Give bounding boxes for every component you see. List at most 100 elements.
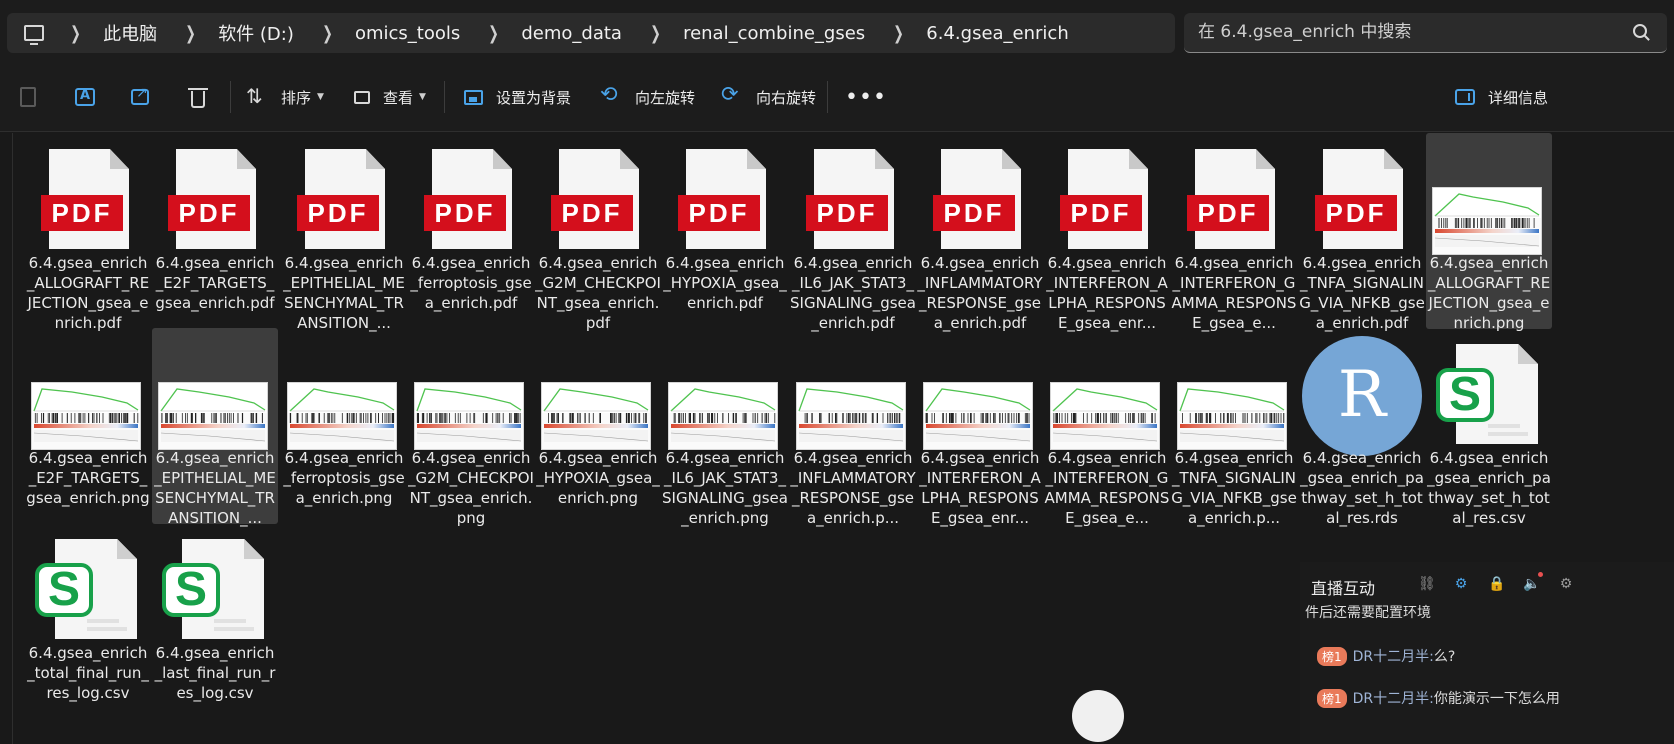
search-icon[interactable] bbox=[1633, 24, 1647, 38]
file-item[interactable]: 6.4.gsea_enrich_ALLOGRAFT_REJECTION_gsea… bbox=[1426, 133, 1552, 332]
file-item[interactable]: PDF 6.4.gsea_enrich_INTERFERON_GAMMA_RESP… bbox=[1171, 133, 1297, 332]
file-item[interactable]: PDF 6.4.gsea_enrich_INFLAMMATORY_RESPONSE… bbox=[917, 133, 1043, 332]
breadcrumb-item[interactable]: omics_tools bbox=[355, 23, 460, 44]
rotate-right-button[interactable]: 向右旋转 bbox=[721, 62, 816, 132]
file-item[interactable]: 6.4.gsea_enrich_E2F_TARGETS_gsea_enrich.… bbox=[25, 328, 151, 524]
gsea-plot-thumbnail bbox=[414, 382, 524, 450]
rank-badge: 榜1 bbox=[1317, 646, 1347, 666]
file-item[interactable]: 6.4.gsea_enrich_INTERFERON_ALPHA_RESPONS… bbox=[917, 328, 1043, 527]
view-label: 查看 bbox=[383, 88, 414, 107]
chevron-right-icon[interactable]: ❯ bbox=[893, 23, 904, 44]
breadcrumb-item[interactable]: demo_data bbox=[521, 23, 622, 44]
pdf-file-icon: PDF bbox=[281, 141, 407, 253]
chevron-down-icon: ▼ bbox=[419, 92, 426, 102]
gsea-plot-thumbnail bbox=[1050, 382, 1160, 450]
chevron-right-icon[interactable]: ❯ bbox=[322, 23, 333, 44]
filter-icon[interactable]: ⚙ bbox=[1453, 576, 1469, 592]
file-item[interactable]: S 6.4.gsea_enrich_last_final_run_res_log.… bbox=[152, 523, 278, 719]
share-icon bbox=[131, 85, 149, 105]
page-fold bbox=[493, 149, 512, 169]
floating-widget[interactable] bbox=[1072, 690, 1124, 742]
file-item[interactable]: PDF 6.4.gsea_enrich_ALLOGRAFT_REJECTION_g… bbox=[25, 133, 151, 332]
delete-button[interactable] bbox=[188, 62, 218, 132]
pdf-file-icon: PDF bbox=[535, 141, 661, 253]
sort-icon bbox=[246, 84, 268, 108]
rotate-left-button[interactable]: 向左旋转 bbox=[600, 62, 695, 132]
file-item[interactable]: PDF 6.4.gsea_enrich_EPITHELIAL_MESENCHYMA… bbox=[281, 133, 407, 332]
page-fold bbox=[747, 149, 766, 169]
gsea-plot-thumbnail bbox=[1432, 187, 1542, 255]
file-item[interactable]: PDF 6.4.gsea_enrich_ferroptosis_gsea_enri… bbox=[408, 133, 534, 329]
breadcrumb-item[interactable]: 此电脑 bbox=[103, 20, 157, 46]
file-item[interactable]: 6.4.gsea_enrich_INTERFERON_GAMMA_RESPONS… bbox=[1044, 328, 1170, 527]
search-input[interactable] bbox=[1198, 13, 1598, 51]
image-thumbnail bbox=[152, 336, 278, 450]
file-name: 6.4.gsea_enrich_E2F_TARGETS_gsea_enrich.… bbox=[26, 449, 150, 507]
set-background-button[interactable]: 设置为背景 bbox=[464, 62, 571, 132]
details-button[interactable]: 详细信息 bbox=[1455, 62, 1548, 132]
more-options-button[interactable]: ••• bbox=[845, 62, 887, 132]
file-item[interactable]: S 6.4.gsea_enrich_total_final_run_res_log… bbox=[25, 523, 151, 719]
address-bar[interactable]: ❯ 此电脑 ❯ 软件 (D:) ❯ omics_tools ❯ demo_dat… bbox=[7, 13, 1175, 53]
chevron-right-icon[interactable]: ❯ bbox=[489, 23, 500, 44]
breadcrumb-item[interactable]: 6.4.gsea_enrich bbox=[926, 23, 1068, 44]
chat-message-text: 件后还需要配置环境 bbox=[1305, 605, 1431, 621]
file-item[interactable]: 6.4.gsea_enrich_ferroptosis_gsea_enrich.… bbox=[281, 328, 407, 524]
chat-message-text: 么? bbox=[1433, 649, 1456, 665]
file-name: 6.4.gsea_enrich_last_final_run_res_log.c… bbox=[154, 644, 276, 702]
file-name: 6.4.gsea_enrich_INFLAMMATORY_RESPONSE_gs… bbox=[790, 449, 916, 527]
image-thumbnail bbox=[535, 336, 661, 450]
chevron-right-icon[interactable]: ❯ bbox=[185, 23, 196, 44]
share-button[interactable] bbox=[131, 62, 162, 132]
sort-label: 排序 bbox=[281, 88, 312, 107]
rename-button[interactable] bbox=[75, 62, 108, 132]
file-item[interactable]: PDF 6.4.gsea_enrich_G2M_CHECKPOINT_gsea_e… bbox=[535, 133, 661, 332]
file-item[interactable]: R 6.4.gsea_enrich_gsea_enrich_pathway_set… bbox=[1299, 328, 1425, 527]
file-item[interactable]: 6.4.gsea_enrich_TNFA_SIGNALING_VIA_NFKB_… bbox=[1171, 328, 1297, 527]
sort-button[interactable]: 排序 ▼ bbox=[246, 62, 324, 132]
rotate-right-label: 向右旋转 bbox=[756, 88, 817, 107]
file-item[interactable]: PDF 6.4.gsea_enrich_INTERFERON_ALPHA_RESP… bbox=[1044, 133, 1170, 332]
pdf-file-icon: PDF bbox=[1299, 141, 1425, 253]
paste-button[interactable] bbox=[20, 62, 49, 132]
pdf-label: PDF bbox=[1187, 195, 1269, 231]
lock-icon[interactable]: 🔒 bbox=[1488, 576, 1505, 592]
page-fold bbox=[110, 149, 129, 169]
file-item[interactable]: 6.4.gsea_enrich_INFLAMMATORY_RESPONSE_gs… bbox=[790, 328, 916, 527]
file-item[interactable]: S 6.4.gsea_enrich_gsea_enrich_pathway_set… bbox=[1426, 328, 1552, 527]
link-icon[interactable]: ⛓ bbox=[1418, 576, 1436, 592]
file-item[interactable]: 6.4.gsea_enrich_HYPOXIA_gsea_enrich.png bbox=[535, 328, 661, 524]
page-line bbox=[214, 619, 246, 623]
chevron-right-icon[interactable]: ❯ bbox=[70, 23, 81, 44]
page-fold bbox=[620, 149, 639, 169]
chat-username[interactable]: DR十二月半: bbox=[1353, 688, 1434, 708]
file-item[interactable]: PDF 6.4.gsea_enrich_HYPOXIA_gsea_enrich.p… bbox=[662, 133, 788, 329]
pdf-file-icon: PDF bbox=[790, 141, 916, 253]
chevron-right-icon[interactable]: ❯ bbox=[650, 23, 661, 44]
page-fold bbox=[366, 149, 385, 169]
file-item[interactable]: PDF 6.4.gsea_enrich_TNFA_SIGNALING_VIA_NF… bbox=[1299, 133, 1425, 332]
spreadsheet-file-icon: S bbox=[152, 531, 278, 643]
breadcrumb-item[interactable]: renal_combine_gses bbox=[683, 23, 865, 44]
file-name: 6.4.gsea_enrich_TNFA_SIGNALING_VIA_NFKB_… bbox=[1171, 449, 1297, 527]
file-item[interactable]: 6.4.gsea_enrich_EPITHELIAL_MESENCHYMAL_T… bbox=[152, 328, 278, 527]
settings-icon[interactable]: ⚙ bbox=[1558, 576, 1574, 592]
file-item[interactable]: PDF 6.4.gsea_enrich_IL6_JAK_STAT3_SIGNALI… bbox=[790, 133, 916, 332]
file-item[interactable]: 6.4.gsea_enrich_IL6_JAK_STAT3_SIGNALING_… bbox=[662, 328, 788, 527]
file-item[interactable]: PDF 6.4.gsea_enrich_E2F_TARGETS_gsea_enri… bbox=[152, 133, 278, 329]
chat-username[interactable]: DR十二月半: bbox=[1353, 646, 1434, 666]
breadcrumb-item[interactable]: 软件 (D:) bbox=[218, 20, 294, 46]
gsea-plot-thumbnail bbox=[158, 382, 268, 450]
r-logo: R bbox=[1302, 336, 1422, 456]
speaker-icon[interactable]: 🔈 bbox=[1523, 572, 1543, 592]
page-line bbox=[87, 619, 119, 623]
spreadsheet-file-icon: S bbox=[25, 531, 151, 643]
page-line bbox=[214, 627, 254, 631]
computer-icon[interactable] bbox=[24, 25, 44, 45]
file-item[interactable]: 6.4.gsea_enrich_G2M_CHECKPOINT_gsea_enri… bbox=[408, 328, 534, 527]
rotate-left-label: 向左旋转 bbox=[635, 88, 696, 107]
view-button[interactable]: 查看 ▼ bbox=[354, 62, 426, 132]
file-name: 6.4.gsea_enrich_gsea_enrich_pathway_set_… bbox=[1300, 449, 1424, 527]
file-name: 6.4.gsea_enrich_EPITHELIAL_MESENCHYMAL_T… bbox=[154, 449, 276, 527]
sheet-logo: S bbox=[47, 563, 80, 616]
